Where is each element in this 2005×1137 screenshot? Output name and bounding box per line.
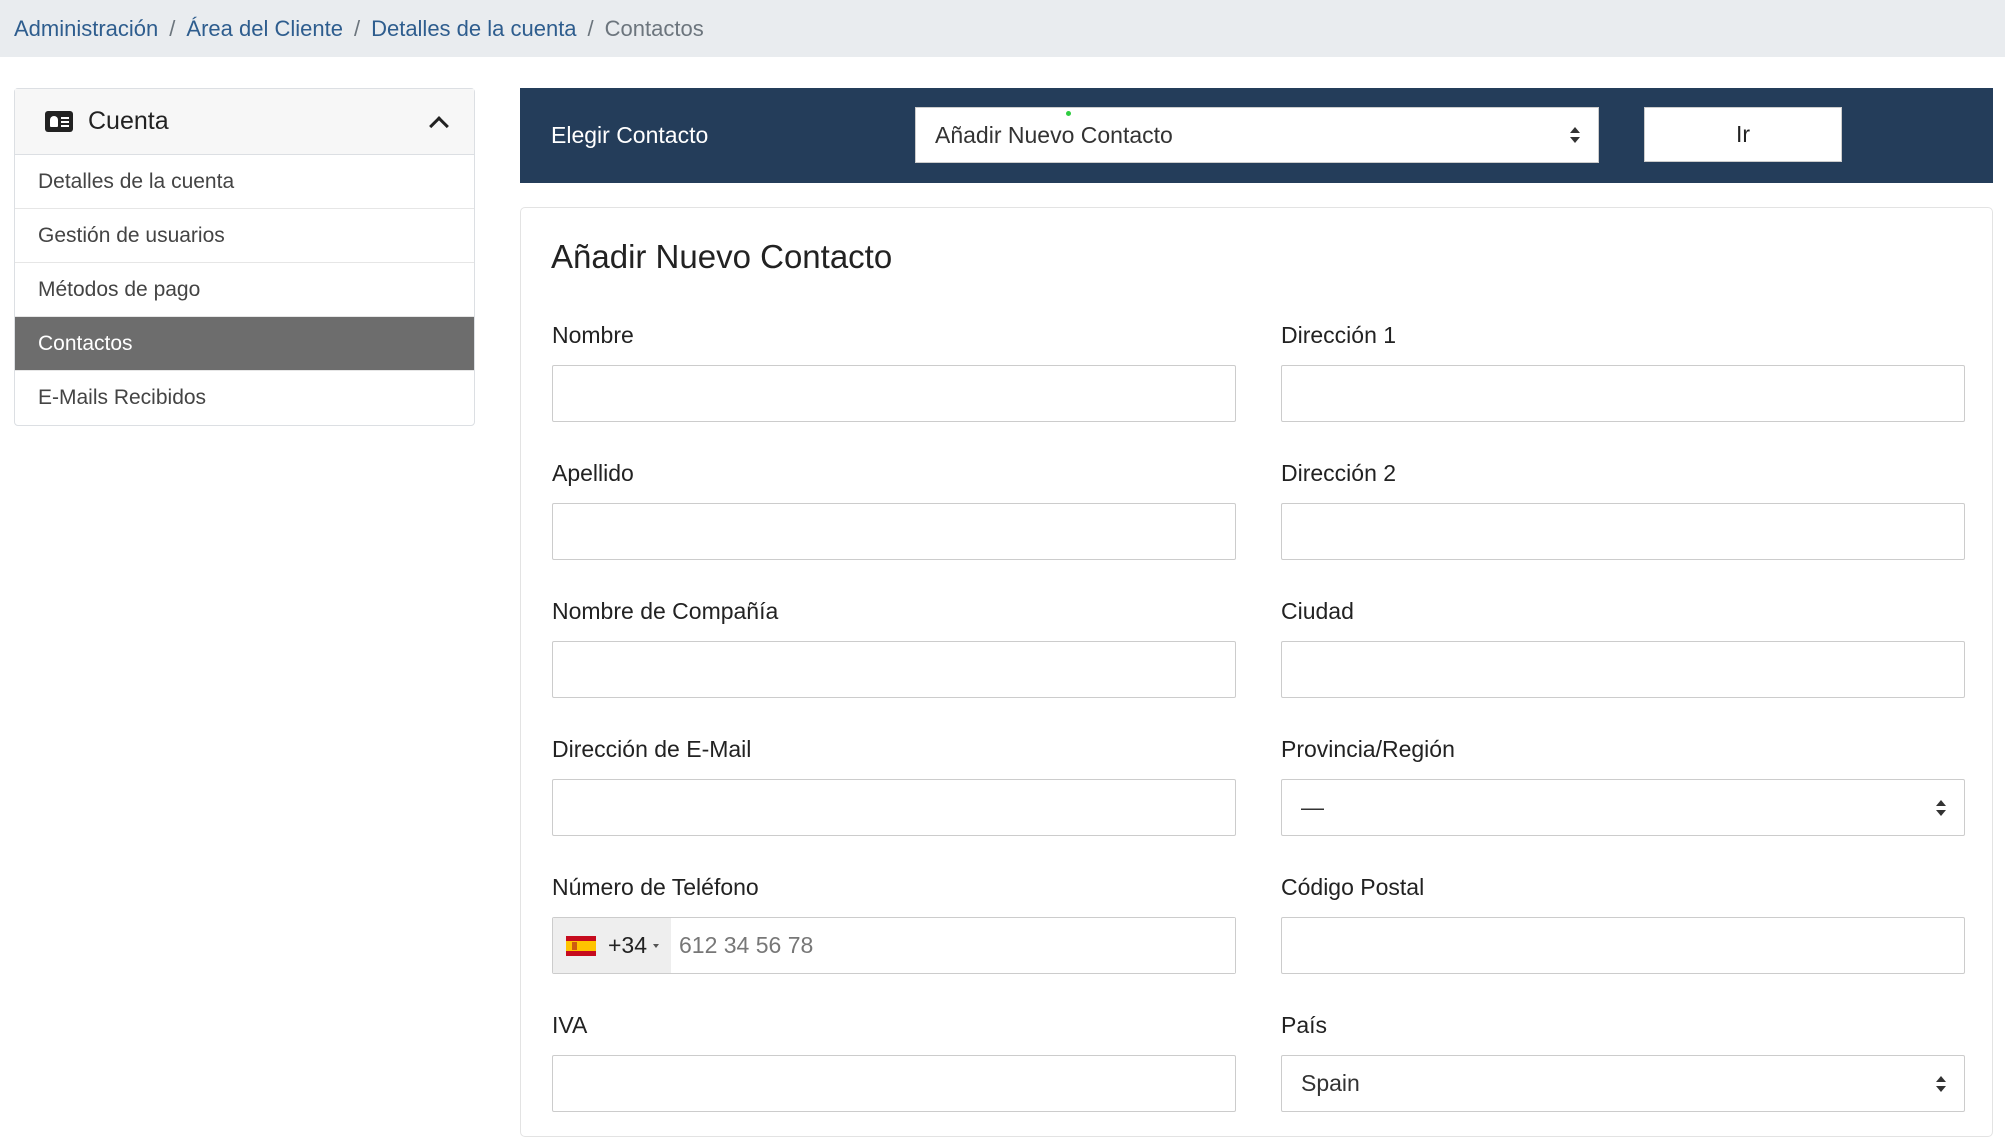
account-sidebar: Cuenta Detalles de la cuenta Gestión de … xyxy=(14,88,475,426)
sidebar-item-emails-received[interactable]: E-Mails Recibidos xyxy=(15,371,474,425)
state-select[interactable]: — xyxy=(1281,779,1965,836)
email-input[interactable] xyxy=(552,779,1236,836)
company-input[interactable] xyxy=(552,641,1236,698)
last-name-input[interactable] xyxy=(552,503,1236,560)
contact-chooser-bar: Elegir Contacto Añadir Nuevo Contacto Ir xyxy=(520,88,1993,183)
sidebar-title: Cuenta xyxy=(88,107,169,135)
contact-select[interactable]: Añadir Nuevo Contacto xyxy=(915,107,1599,163)
sidebar-item-user-management[interactable]: Gestión de usuarios xyxy=(15,209,474,263)
breadcrumb: Administración / Área del Cliente / Deta… xyxy=(0,0,2005,57)
company-label: Nombre de Compañía xyxy=(552,598,779,624)
go-button[interactable]: Ir xyxy=(1644,107,1842,162)
breadcrumb-link-account-details[interactable]: Detalles de la cuenta xyxy=(371,16,576,42)
select-arrows-icon xyxy=(1936,799,1946,816)
country-code-dropdown[interactable]: +34 xyxy=(553,918,671,973)
phone-field: +34 xyxy=(552,917,1236,974)
breadcrumb-current: Contactos xyxy=(604,15,704,41)
spain-flag-icon xyxy=(566,935,596,956)
first-name-label: Nombre xyxy=(552,322,634,348)
address2-input[interactable] xyxy=(1281,503,1965,560)
form-title: Añadir Nuevo Contacto xyxy=(551,238,893,275)
address2-label: Dirección 2 xyxy=(1281,460,1397,486)
breadcrumb-link-admin[interactable]: Administración xyxy=(14,16,158,42)
address1-label: Dirección 1 xyxy=(1281,322,1397,348)
city-input[interactable] xyxy=(1281,641,1965,698)
postcode-label: Código Postal xyxy=(1281,874,1425,900)
breadcrumb-separator: / xyxy=(169,15,176,41)
id-card-icon xyxy=(45,111,73,132)
city-label: Ciudad xyxy=(1281,598,1354,624)
breadcrumb-separator: / xyxy=(353,15,361,41)
phone-input[interactable] xyxy=(671,918,1235,973)
contact-select-value: Añadir Nuevo Contacto xyxy=(935,121,1173,148)
sidebar-header-account[interactable]: Cuenta xyxy=(15,89,474,155)
status-dot xyxy=(1066,111,1071,116)
country-label: País xyxy=(1281,1012,1328,1038)
last-name-label: Apellido xyxy=(552,460,634,486)
vat-input[interactable] xyxy=(552,1055,1236,1112)
email-label: Dirección de E-Mail xyxy=(552,736,752,762)
sidebar-item-payment-methods[interactable]: Métodos de pago xyxy=(15,263,474,317)
vat-label: IVA xyxy=(552,1012,588,1038)
address1-input[interactable] xyxy=(1281,365,1965,422)
select-arrows-icon xyxy=(1936,1075,1946,1092)
country-select[interactable]: Spain xyxy=(1281,1055,1965,1112)
sidebar-item-account-details[interactable]: Detalles de la cuenta xyxy=(15,155,474,209)
breadcrumb-separator: / xyxy=(587,15,594,41)
country-select-value: Spain xyxy=(1301,1070,1360,1096)
contact-form-card: Añadir Nuevo Contacto Nombre Apellido No… xyxy=(520,207,1993,1137)
postcode-input[interactable] xyxy=(1281,917,1965,974)
sidebar-item-contacts[interactable]: Contactos xyxy=(15,317,474,371)
chevron-up-icon[interactable] xyxy=(429,115,449,136)
select-arrows-icon xyxy=(1570,127,1580,143)
breadcrumb-link-client-area[interactable]: Área del Cliente xyxy=(186,16,343,42)
phone-label: Número de Teléfono xyxy=(552,874,759,900)
dial-code: +34 xyxy=(608,932,648,958)
state-label: Provincia/Región xyxy=(1281,736,1455,762)
state-select-value: — xyxy=(1301,794,1324,820)
first-name-input[interactable] xyxy=(552,365,1236,422)
caret-down-icon xyxy=(653,943,660,948)
chooser-label: Elegir Contacto xyxy=(551,122,709,148)
